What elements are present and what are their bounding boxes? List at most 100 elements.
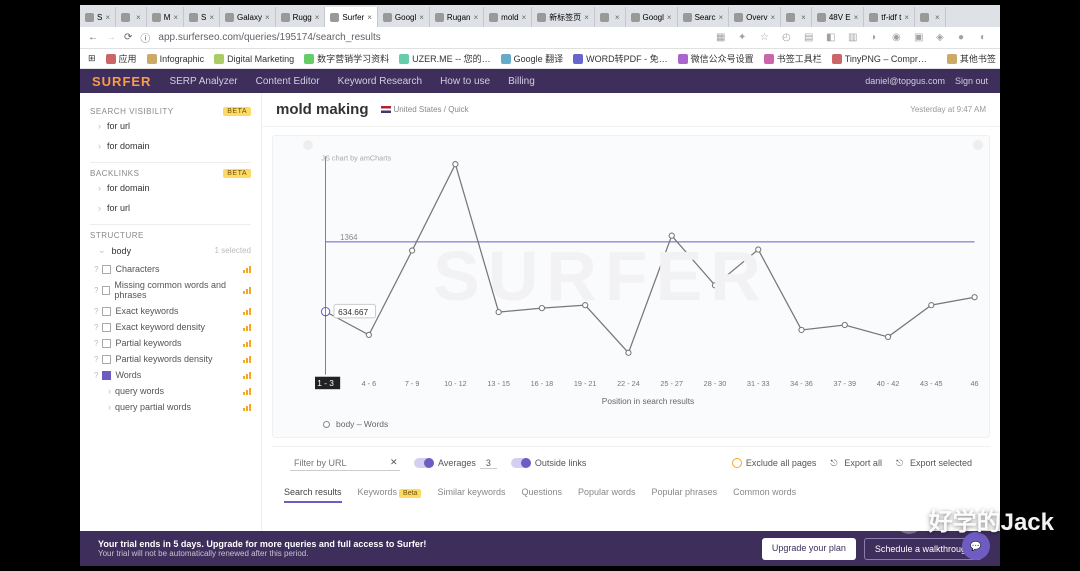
browser-tab[interactable]: 新标签页× bbox=[532, 7, 595, 27]
structure-item[interactable]: ?Characters bbox=[90, 261, 251, 277]
browser-tab[interactable]: × bbox=[595, 7, 626, 27]
nav-how-to-use[interactable]: How to use bbox=[440, 76, 490, 87]
structure-item[interactable]: ›query words bbox=[90, 383, 251, 399]
results-tab[interactable]: Popular words bbox=[578, 487, 636, 503]
export-all[interactable]: ⎋ Export all bbox=[830, 458, 882, 468]
filter-url-input[interactable]: ✕ bbox=[290, 455, 400, 471]
browser-tab[interactable]: mold× bbox=[484, 7, 532, 27]
averages-toggle[interactable]: Averages 3 bbox=[414, 458, 497, 469]
structure-item[interactable]: ?Exact keywords bbox=[90, 303, 251, 319]
nav-content-editor[interactable]: Content Editor bbox=[256, 76, 320, 87]
browser-tab[interactable]: × bbox=[915, 7, 946, 27]
structure-item[interactable]: ?Partial keywords bbox=[90, 335, 251, 351]
browser-tab[interactable]: × bbox=[116, 7, 147, 27]
browser-tab[interactable]: Surfer× bbox=[325, 7, 377, 27]
close-icon[interactable]: × bbox=[419, 13, 424, 22]
close-icon[interactable]: × bbox=[522, 13, 527, 22]
close-icon[interactable]: × bbox=[854, 13, 859, 22]
close-icon[interactable]: × bbox=[935, 13, 940, 22]
bookmark-item[interactable]: Digital Marketing bbox=[214, 54, 294, 64]
svg-text:40 - 42: 40 - 42 bbox=[877, 379, 900, 388]
close-icon[interactable]: × bbox=[265, 13, 270, 22]
close-icon[interactable]: × bbox=[770, 13, 775, 22]
bookmarks-bar: ⊞ 应用 Infographic Digital Marketing 数字营销学习资料 U… bbox=[80, 49, 1000, 69]
bookmark-item[interactable]: UZER.ME -- 您的… bbox=[399, 52, 491, 65]
structure-item[interactable]: ?Exact keyword density bbox=[90, 319, 251, 335]
structure-item[interactable]: ?Partial keywords density bbox=[90, 351, 251, 367]
apps-icon[interactable]: ⊞ bbox=[88, 53, 96, 64]
browser-tab[interactable]: Rugg× bbox=[276, 7, 326, 27]
nav-reload-icon[interactable]: ⟳ bbox=[124, 32, 132, 43]
close-icon[interactable]: × bbox=[718, 13, 723, 22]
close-icon[interactable]: × bbox=[904, 13, 909, 22]
nav-serp-analyzer[interactable]: SERP Analyzer bbox=[169, 76, 237, 87]
browser-tab[interactable]: S× bbox=[184, 7, 220, 27]
results-tab[interactable]: Similar keywords bbox=[437, 487, 505, 503]
address-text[interactable]: app.surferseo.com/queries/195174/search_… bbox=[158, 32, 380, 43]
results-tab[interactable]: Questions bbox=[521, 487, 562, 503]
url-bar: ← → ⟳ ⓘ app.surferseo.com/queries/195174… bbox=[80, 27, 1000, 49]
user-email[interactable]: daniel@topgus.com bbox=[865, 76, 945, 86]
browser-tab[interactable]: S× bbox=[80, 7, 116, 27]
browser-tabs-bar: S××M×S×Galaxy×Rugg×Surfer×Googl×Rugan×mo… bbox=[80, 5, 1000, 27]
close-icon[interactable]: × bbox=[801, 13, 806, 22]
results-tab[interactable]: Common words bbox=[733, 487, 796, 503]
bookmark-item[interactable]: 应用 bbox=[106, 52, 137, 65]
bookmark-item[interactable]: WORD转PDF - 免… bbox=[573, 52, 668, 65]
structure-item[interactable]: ?Words bbox=[90, 367, 251, 383]
close-icon[interactable]: × bbox=[367, 13, 372, 22]
overlay-watermark: 好学的Jack bbox=[895, 502, 1054, 537]
nav-billing[interactable]: Billing bbox=[508, 76, 535, 87]
bookmark-item[interactable]: 书签工具栏 bbox=[764, 52, 822, 65]
bookmark-item[interactable]: Infographic bbox=[147, 54, 205, 64]
close-icon[interactable]: × bbox=[209, 13, 214, 22]
browser-tab[interactable]: Galaxy× bbox=[220, 7, 276, 27]
browser-tab[interactable]: 48V E× bbox=[812, 7, 864, 27]
browser-tab[interactable]: Googl× bbox=[378, 7, 430, 27]
sidebar-backlinks-url[interactable]: ›for url bbox=[90, 198, 251, 218]
bookmark-item[interactable]: 数字营销学习资料 bbox=[304, 52, 389, 65]
bookmark-item[interactable]: 微信公众号设置 bbox=[678, 52, 754, 65]
structure-item[interactable]: ?Missing common words and phrases bbox=[90, 277, 251, 303]
bookmark-item[interactable]: Google 翻译 bbox=[501, 52, 564, 65]
nav-back-icon[interactable]: ← bbox=[88, 32, 98, 43]
outside-links-toggle[interactable]: Outside links bbox=[511, 458, 587, 468]
sidebar-visibility-url[interactable]: ›for url bbox=[90, 116, 251, 136]
svg-text:10 - 12: 10 - 12 bbox=[444, 379, 467, 388]
sidebar-backlinks-domain[interactable]: ›for domain bbox=[90, 178, 251, 198]
close-icon[interactable]: × bbox=[136, 13, 141, 22]
location-label[interactable]: United States / Quick bbox=[381, 105, 469, 114]
structure-item[interactable]: ›query partial words bbox=[90, 399, 251, 415]
close-icon[interactable]: × bbox=[667, 13, 672, 22]
chart-handle-left[interactable] bbox=[303, 140, 313, 150]
close-icon[interactable]: × bbox=[315, 13, 320, 22]
exclude-all-pages[interactable]: Exclude all pages bbox=[732, 458, 817, 468]
export-selected[interactable]: ⎋ Export selected bbox=[896, 458, 972, 468]
browser-tab[interactable]: Rugan× bbox=[430, 7, 484, 27]
chart-legend[interactable]: body – Words bbox=[323, 419, 981, 429]
results-tab[interactable]: Popular phrases bbox=[652, 487, 718, 503]
nav-keyword-research[interactable]: Keyword Research bbox=[338, 76, 422, 87]
chart-handle-right[interactable] bbox=[973, 140, 983, 150]
browser-tab[interactable]: Searc× bbox=[678, 7, 730, 27]
clear-icon[interactable]: ✕ bbox=[390, 457, 398, 468]
close-icon[interactable]: × bbox=[474, 13, 479, 22]
results-tab[interactable]: Search results bbox=[284, 487, 342, 503]
browser-tab[interactable]: M× bbox=[147, 7, 184, 27]
close-icon[interactable]: × bbox=[105, 13, 110, 22]
results-tab[interactable]: KeywordsBeta bbox=[358, 487, 422, 503]
upgrade-button[interactable]: Upgrade your plan bbox=[762, 538, 856, 560]
bookmark-item[interactable]: 其他书签 bbox=[947, 52, 996, 65]
sidebar-visibility-domain[interactable]: ›for domain bbox=[90, 136, 251, 156]
browser-tab[interactable]: Googl× bbox=[626, 7, 678, 27]
browser-tab[interactable]: tf-idf t× bbox=[864, 7, 915, 27]
browser-tab[interactable]: × bbox=[781, 7, 812, 27]
close-icon[interactable]: × bbox=[615, 13, 620, 22]
close-icon[interactable]: × bbox=[173, 13, 178, 22]
bookmark-item[interactable]: TinyPNG – Compr… bbox=[832, 54, 927, 64]
sidebar-body-toggle[interactable]: ⌄ body 1 selected bbox=[90, 240, 251, 261]
close-icon[interactable]: × bbox=[584, 13, 589, 22]
sign-out-link[interactable]: Sign out bbox=[955, 76, 988, 86]
nav-forward-icon[interactable]: → bbox=[106, 32, 116, 43]
browser-tab[interactable]: Overv× bbox=[729, 7, 781, 27]
